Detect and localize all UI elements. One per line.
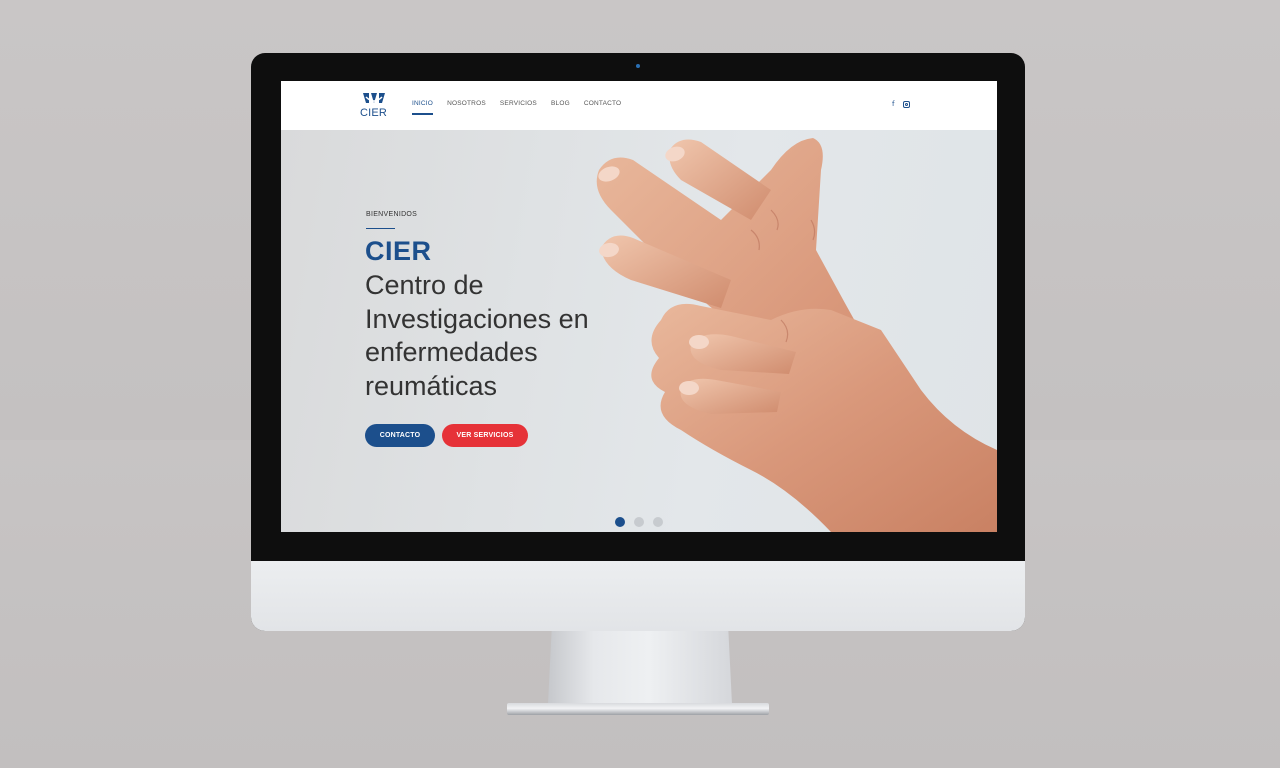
- nav-link-nosotros[interactable]: NOSOTROS: [447, 100, 486, 107]
- nav-link-inicio[interactable]: INICIO: [412, 100, 434, 115]
- monitor-stand-neck: [548, 630, 732, 704]
- hero-subtitle-line: enfermedades: [365, 337, 538, 367]
- hero-subtitle: Centro de Investigaciones en enfermedade…: [365, 269, 665, 403]
- carousel-dot-1[interactable]: [615, 517, 625, 527]
- nav-link-blog[interactable]: BLOG: [551, 100, 570, 107]
- screen: CIER INICIO NOSOTROS SERVICIOS BLOG CONT…: [281, 81, 997, 532]
- camera-dot: [636, 64, 640, 68]
- hero-subtitle-line: Centro de: [365, 270, 484, 300]
- contact-button[interactable]: CONTACTO: [365, 424, 435, 447]
- instagram-icon[interactable]: [903, 101, 911, 108]
- hero-eyebrow: BIENVENIDOS: [366, 211, 418, 218]
- carousel-dot-2[interactable]: [634, 517, 644, 527]
- view-services-button[interactable]: VER SERVICIOS: [442, 424, 528, 447]
- logo-text: CIER: [360, 107, 388, 119]
- carousel-dot-3[interactable]: [653, 517, 663, 527]
- hero-title: CIER: [365, 236, 432, 266]
- monitor-stand-base: [507, 703, 769, 715]
- monitor: CIER INICIO NOSOTROS SERVICIOS BLOG CONT…: [251, 53, 1025, 631]
- monitor-chin: [251, 561, 1025, 631]
- nav-menu: INICIO NOSOTROS SERVICIOS BLOG CONTACTO: [412, 100, 621, 115]
- social-links: f: [892, 100, 911, 108]
- facebook-icon[interactable]: f: [892, 100, 894, 108]
- carousel-dots: [615, 517, 663, 527]
- hero-subtitle-line: reumáticas: [365, 370, 498, 401]
- nav-link-servicios[interactable]: SERVICIOS: [500, 100, 537, 107]
- hero-slider: BIENVENIDOS CIER Centro de Investigacion…: [281, 130, 997, 532]
- nav-link-contacto[interactable]: CONTACTO: [584, 100, 621, 107]
- eyebrow-divider: [366, 228, 395, 229]
- site-header: CIER INICIO NOSOTROS SERVICIOS BLOG CONT…: [281, 81, 997, 131]
- hero-subtitle-line: Investigaciones en: [365, 303, 589, 334]
